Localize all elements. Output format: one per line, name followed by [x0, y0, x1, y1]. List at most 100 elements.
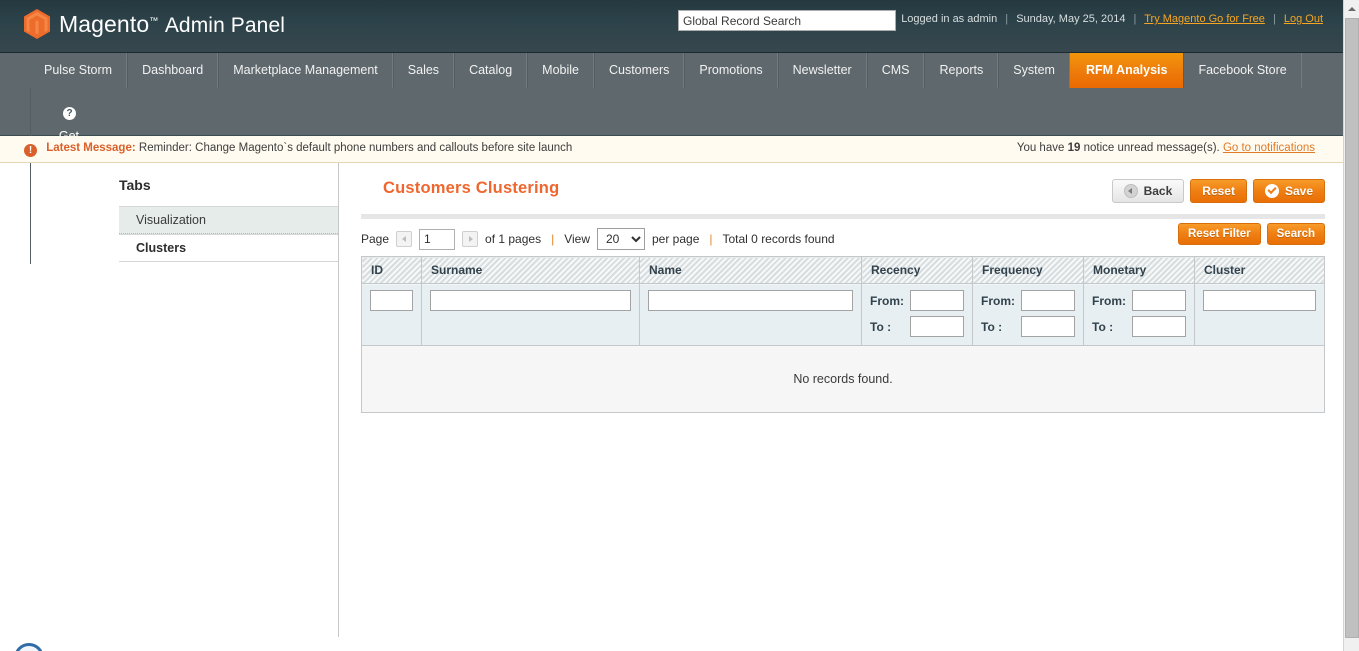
- page-header: Customers Clustering Back Reset Save: [361, 179, 1325, 211]
- header-account-area: Logged in as admin | Sunday, May 25, 201…: [901, 13, 1323, 25]
- filter-cell-recency: From: To :: [861, 283, 973, 346]
- frequency-to-row: To :: [981, 316, 1075, 337]
- nav-link-promotions[interactable]: Promotions: [685, 53, 776, 88]
- nav-link-customers[interactable]: Customers: [595, 53, 683, 88]
- nav-item-dashboard[interactable]: Dashboard: [127, 53, 219, 88]
- nav-link-rfm-analysis[interactable]: RFM Analysis: [1069, 53, 1184, 88]
- nav-item-customers[interactable]: Customers: [593, 53, 685, 88]
- nav-item-facebook-store[interactable]: Facebook Store: [1183, 53, 1302, 88]
- filter-cell-frequency: From: To :: [972, 283, 1084, 346]
- grid-header-row: ID Surname Name Recency Frequency Moneta…: [361, 256, 1325, 284]
- filter-cell-cluster: [1194, 283, 1325, 346]
- nav-item-system[interactable]: System: [998, 53, 1070, 88]
- nav-link-cms[interactable]: CMS: [868, 53, 924, 88]
- sidebar-item-clusters[interactable]: Clusters: [119, 234, 338, 262]
- grid-body: From: To : From: To: From: To: No reco…: [361, 283, 1325, 413]
- column-header-id[interactable]: ID: [361, 256, 422, 284]
- nav-item-sales[interactable]: Sales: [392, 53, 455, 88]
- scrollbar-thumb[interactable]: [1345, 18, 1359, 638]
- nav-link-marketplace-management[interactable]: Marketplace Management: [219, 53, 392, 88]
- filter-input-cluster[interactable]: [1203, 290, 1316, 311]
- nav-item-pulse-storm[interactable]: Pulse Storm: [30, 53, 128, 88]
- grid-empty-row: No records found.: [361, 345, 1325, 413]
- column-header-name[interactable]: Name: [639, 256, 862, 284]
- grid-header: ID Surname Name Recency Frequency Moneta…: [361, 256, 1325, 284]
- header-separator-2: |: [1133, 13, 1137, 25]
- toolbar-separator-2: |: [709, 232, 713, 246]
- nav-item-rfm-analysis[interactable]: RFM Analysis: [1069, 53, 1184, 88]
- back-button[interactable]: Back: [1111, 179, 1185, 203]
- sidebar-tabs-list: Visualization Clusters: [93, 206, 338, 262]
- recency-from-label: From:: [870, 293, 904, 308]
- latest-message-text-group: ! Latest Message: Reminder: Change Magen…: [24, 142, 572, 157]
- nav-link-facebook-store[interactable]: Facebook Store: [1184, 53, 1300, 88]
- nav-link-reports[interactable]: Reports: [925, 53, 997, 88]
- filter-input-name[interactable]: [648, 290, 853, 311]
- nav-item-newsletter[interactable]: Newsletter: [777, 53, 867, 88]
- column-header-monetary[interactable]: Monetary: [1083, 256, 1195, 284]
- column-header-surname[interactable]: Surname: [421, 256, 640, 284]
- nav-link-catalog[interactable]: Catalog: [455, 53, 526, 88]
- reset-button[interactable]: Reset: [1190, 179, 1247, 203]
- filter-input-id[interactable]: [370, 290, 413, 311]
- filter-input-monetary-from[interactable]: [1132, 290, 1186, 311]
- go-to-notifications-link[interactable]: Go to notifications: [1223, 142, 1315, 154]
- magento-logo[interactable]: Magento™ Admin Panel: [24, 9, 285, 39]
- filter-cell-id: [361, 283, 422, 346]
- logged-in-label: Logged in as admin: [901, 13, 998, 25]
- filter-input-recency-to[interactable]: [910, 316, 964, 337]
- nav-item-marketplace-management[interactable]: Marketplace Management: [218, 53, 393, 88]
- nav-link-pulse-storm[interactable]: Pulse Storm: [30, 53, 126, 88]
- nav-item-promotions[interactable]: Promotions: [684, 53, 778, 88]
- admin-header: Magento™ Admin Panel Logged in as admin …: [0, 0, 1343, 52]
- save-button[interactable]: Save: [1252, 179, 1325, 203]
- page-actions: Back Reset Save: [1111, 179, 1325, 203]
- latest-message-label: Latest Message:: [46, 142, 136, 154]
- grid-toolbar: Page of 1 pages | View 20 30 50 100 200 …: [361, 219, 1325, 253]
- nav-link-dashboard[interactable]: Dashboard: [128, 53, 217, 88]
- sidebar-link-clusters[interactable]: Clusters: [119, 235, 338, 261]
- no-records-found-message: No records found.: [361, 345, 1325, 413]
- magento-logo-icon: [24, 9, 50, 39]
- nav-item-cms[interactable]: CMS: [866, 53, 925, 88]
- sidebar-item-visualization[interactable]: Visualization: [119, 206, 338, 234]
- nav-item-reports[interactable]: Reports: [924, 53, 999, 88]
- nav-link-get-help[interactable]: ?Get help for this page: [31, 88, 93, 264]
- nav-item-catalog[interactable]: Catalog: [454, 53, 528, 88]
- column-header-cluster[interactable]: Cluster: [1194, 256, 1325, 284]
- scroll-up-arrow-icon[interactable]: [1344, 0, 1359, 17]
- filter-input-monetary-to[interactable]: [1132, 316, 1186, 337]
- column-header-recency[interactable]: Recency: [861, 256, 973, 284]
- search-button[interactable]: Search: [1266, 223, 1325, 245]
- nav-item-mobile[interactable]: Mobile: [527, 53, 594, 88]
- nav-link-mobile[interactable]: Mobile: [528, 53, 593, 88]
- filter-cell-monetary: From: To :: [1083, 283, 1195, 346]
- unread-count: 19: [1067, 142, 1081, 154]
- page-vertical-scrollbar[interactable]: [1343, 0, 1359, 651]
- grid-filter-row: From: To : From: To: From: To:: [361, 283, 1325, 346]
- page-number-input[interactable]: [419, 228, 456, 250]
- nav-link-newsletter[interactable]: Newsletter: [779, 53, 866, 88]
- previous-page-button[interactable]: [396, 231, 413, 247]
- filter-input-surname[interactable]: [430, 290, 631, 311]
- page-corner-decoration-icon: [14, 643, 44, 651]
- reset-filter-button[interactable]: Reset Filter: [1178, 223, 1261, 245]
- frequency-from-row: From:: [981, 290, 1075, 311]
- filter-input-recency-from[interactable]: [910, 290, 964, 311]
- global-record-search-input[interactable]: [678, 10, 896, 31]
- grid-action-buttons: Reset Filter Search: [1178, 223, 1325, 245]
- column-header-frequency[interactable]: Frequency: [972, 256, 1084, 284]
- frequency-from-label: From:: [981, 293, 1015, 308]
- nav-link-sales[interactable]: Sales: [394, 53, 453, 88]
- unread-messages-group: You have 19 notice unread message(s). Go…: [1017, 142, 1315, 154]
- next-page-button[interactable]: [462, 231, 479, 247]
- sidebar-link-visualization[interactable]: Visualization: [119, 207, 338, 233]
- logo-trademark: ™: [149, 14, 159, 25]
- filter-input-frequency-to[interactable]: [1021, 316, 1075, 337]
- log-out-link[interactable]: Log Out: [1284, 13, 1323, 25]
- nav-item-get-help[interactable]: ?Get help for this page: [30, 88, 93, 264]
- filter-input-frequency-from[interactable]: [1021, 290, 1075, 311]
- nav-link-system[interactable]: System: [999, 53, 1069, 88]
- try-magento-go-link[interactable]: Try Magento Go for Free: [1144, 13, 1265, 25]
- per-page-select[interactable]: 20 30 50 100 200: [597, 228, 645, 250]
